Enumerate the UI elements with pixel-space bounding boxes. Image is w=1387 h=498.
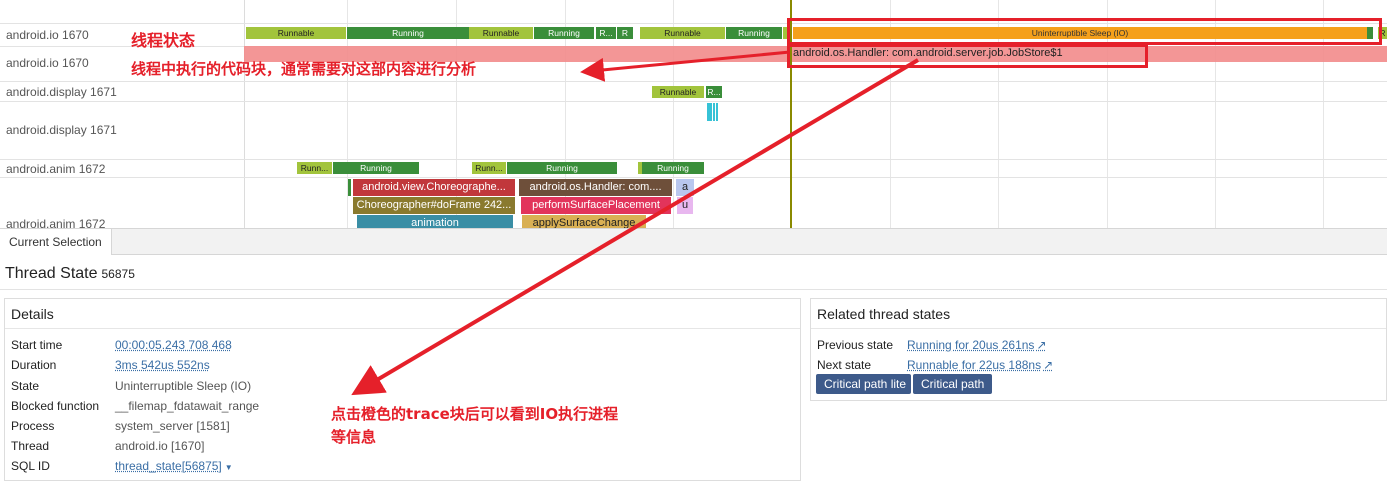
thread-state-running[interactable]: Running (507, 162, 617, 174)
anim-slice[interactable]: a (676, 179, 694, 196)
thread-state-runnable[interactable]: Runnable (469, 27, 533, 39)
start-time-link[interactable]: 00:00:05.243 708 468 (115, 338, 232, 352)
external-link-icon: ↗ (1036, 338, 1047, 352)
anim-slice[interactable]: Choreographer#doFrame 242... (353, 197, 515, 214)
track-label: android.anim 1672 (6, 217, 106, 228)
critical-path-button[interactable]: Critical path (913, 374, 992, 394)
thread-state-running[interactable]: R... (596, 27, 616, 39)
display-slice[interactable] (716, 103, 718, 121)
thread-state-running[interactable]: Running (534, 27, 594, 39)
display-slice[interactable] (713, 103, 715, 121)
previous-state-label: Previous state (817, 338, 894, 352)
anim-slice[interactable]: applySurfaceChange (522, 215, 646, 228)
annotation-box-code-block (787, 44, 1148, 68)
tab-bar: Current Selection (0, 228, 1387, 255)
details-panel: Details Start time 00:00:05.243 708 468 … (4, 298, 801, 481)
anim-slice[interactable]: animation (357, 215, 513, 228)
thread-state-runnable[interactable]: Runn... (297, 162, 332, 174)
next-state-link[interactable]: Runnable for 22us 188ns ↗ (907, 358, 1053, 372)
thread-state-running[interactable]: Running (333, 162, 419, 174)
detail-key: SQL ID (11, 459, 50, 473)
duration-link[interactable]: 3ms 542us 552ns (115, 358, 210, 372)
detail-key: Thread (11, 439, 50, 453)
track-label: android.display 1671 (6, 85, 117, 99)
thread-state-runnable[interactable]: Runnable (246, 27, 346, 39)
thread-state-running[interactable]: Running (642, 162, 704, 174)
anim-slice[interactable]: android.view.Choreographe... (353, 179, 515, 196)
annotation-thread-state: 线程状态 (131, 31, 196, 50)
annotation-click-hint: 点击橙色的trace块后可以看到IO执行进程 等信息 (331, 403, 618, 449)
annotation-box-thread-state (787, 18, 1382, 45)
title-id: 56875 (101, 267, 135, 281)
page-title: Thread State 56875 (5, 265, 135, 283)
track-label: android.display 1671 (6, 123, 117, 137)
detail-key: Process (11, 419, 55, 433)
process-value: system_server [1581] (115, 419, 230, 433)
state-value: Uninterruptible Sleep (IO) (115, 379, 252, 393)
detail-key: Start time (11, 338, 63, 352)
thread-state-running[interactable]: R (617, 27, 633, 39)
title-text: Thread State (5, 265, 98, 282)
annotation-code-block: 线程中执行的代码块，通常需要对这部内容进行分析 (131, 60, 477, 78)
track-row[interactable]: android.display 1671 (0, 101, 1387, 159)
annotation-line: 等信息 (331, 428, 377, 446)
detail-key: Blocked function (11, 399, 100, 413)
anim-slice[interactable]: performSurfacePlacement (521, 197, 671, 214)
external-link-icon: ↗ (1043, 358, 1054, 372)
detail-key: Duration (11, 358, 57, 372)
related-thread-states-panel: Related thread states Previous state Run… (810, 298, 1387, 401)
related-header: Related thread states (811, 299, 1386, 329)
next-state-text: Runnable for 22us 188ns (907, 358, 1042, 372)
sql-id-text: thread_state[56875] (115, 459, 222, 473)
blocked-function-value: __filemap_fdatawait_range (115, 399, 260, 413)
annotation-line: 点击橙色的trace块后可以看到IO执行进程 (331, 405, 619, 423)
track-label: android.anim 1672 (6, 162, 106, 176)
chevron-down-icon[interactable]: ▼ (225, 463, 233, 472)
anim-slice[interactable] (348, 179, 351, 196)
thread-state-runnable[interactable]: Runnable (652, 86, 704, 98)
track-label: android.io 1670 (6, 28, 89, 42)
previous-state-link[interactable]: Running for 20us 261ns ↗ (907, 338, 1047, 352)
timeline[interactable]: android.io 1670 android.io 1670 android.… (0, 0, 1387, 228)
previous-state-text: Running for 20us 261ns (907, 338, 1035, 352)
critical-path-lite-button[interactable]: Critical path lite (816, 374, 911, 394)
sql-id-link[interactable]: thread_state[56875] ▼ (115, 459, 233, 473)
display-slice[interactable] (707, 103, 712, 121)
selection-title: Thread State 56875 (0, 256, 1387, 290)
anim-slice[interactable]: android.os.Handler: com.... (519, 179, 672, 196)
next-state-label: Next state (817, 358, 872, 372)
tab-current-selection[interactable]: Current Selection (0, 229, 112, 255)
thread-value: android.io [1670] (115, 439, 205, 453)
track-label: android.io 1670 (6, 56, 89, 70)
thread-state-runnable[interactable]: Runn... (472, 162, 506, 174)
anim-slice[interactable]: u (677, 197, 693, 214)
thread-state-runnable[interactable]: Runnable (640, 27, 725, 39)
detail-key: State (11, 379, 40, 393)
thread-state-running[interactable]: R... (706, 86, 722, 98)
thread-state-running[interactable]: Running (347, 27, 469, 39)
thread-state-running[interactable]: Running (726, 27, 782, 39)
details-header: Details (5, 299, 800, 329)
